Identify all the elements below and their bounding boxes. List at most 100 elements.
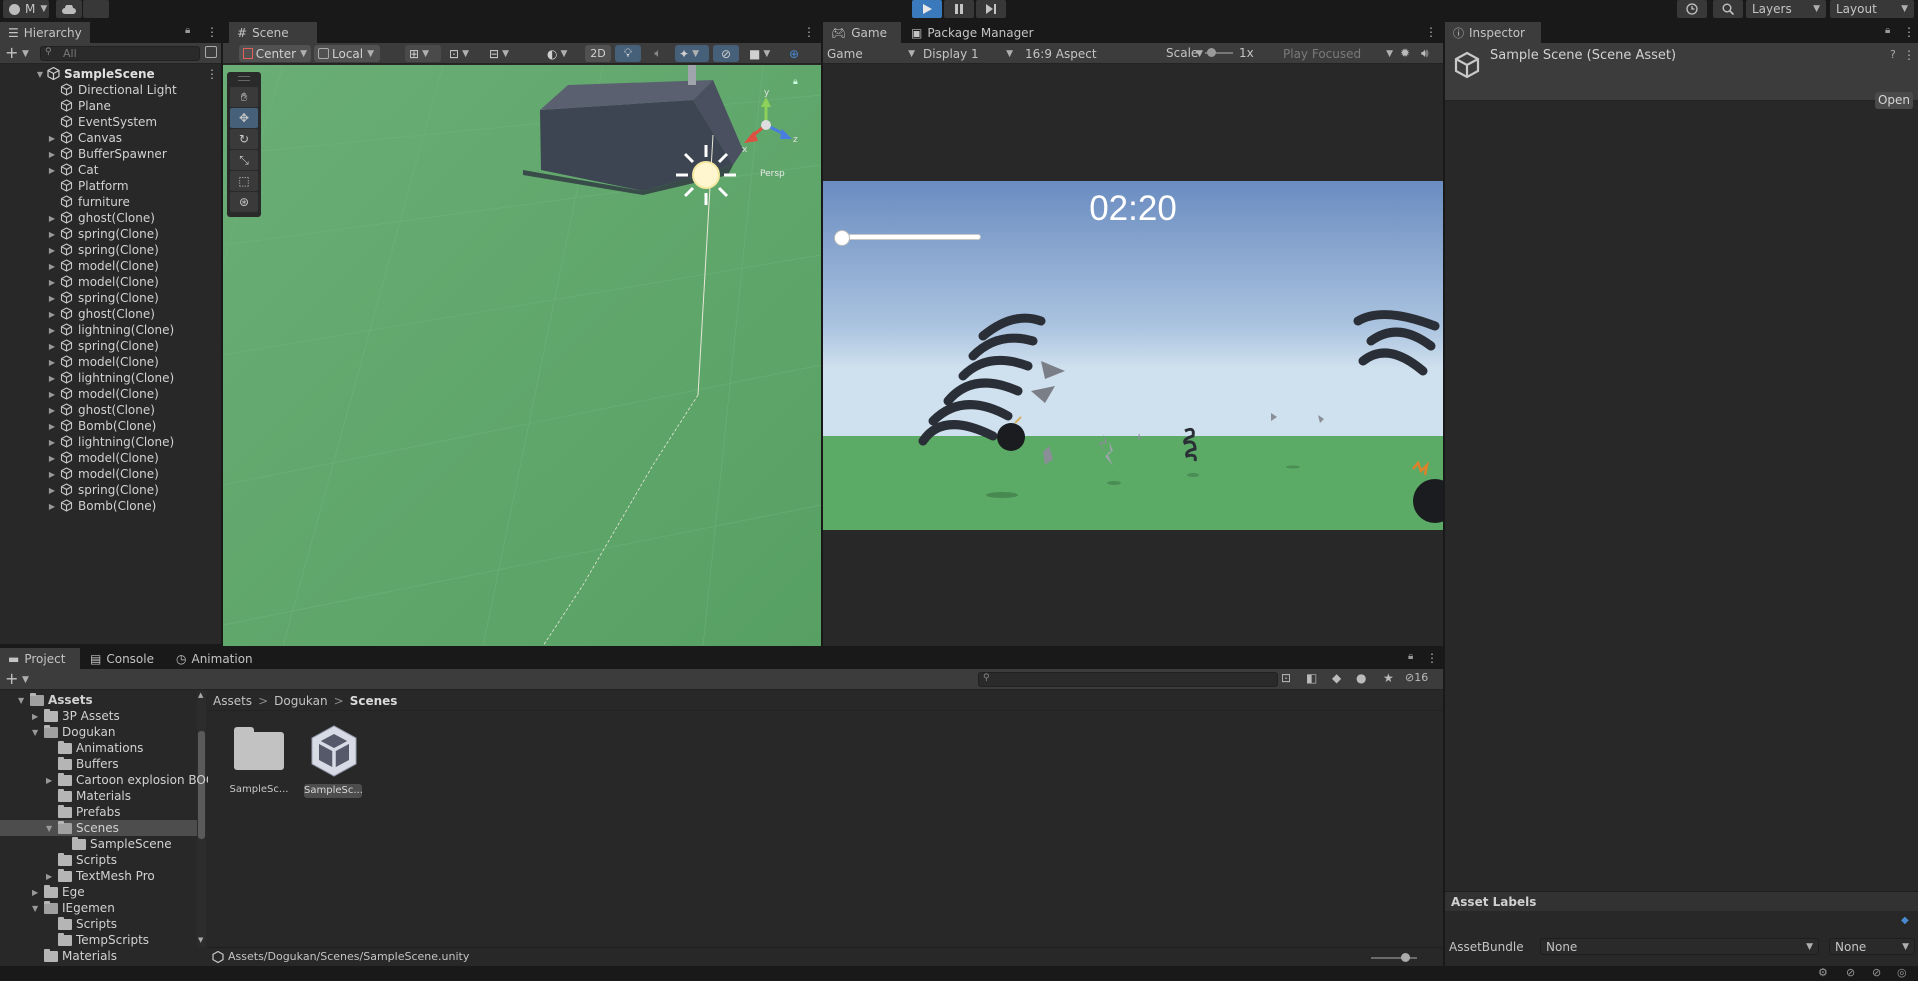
fold-open-icon[interactable]: ▼ (35, 69, 45, 79)
scroll-up-icon[interactable]: ▲ (198, 691, 203, 699)
kebab-menu-icon[interactable]: ⋮ (1903, 48, 1915, 62)
fold-closed-icon[interactable]: ▶ (47, 229, 57, 239)
fold-closed-icon[interactable]: ▶ (32, 888, 38, 897)
kebab-menu-icon[interactable]: ⋮ (1425, 25, 1437, 39)
increment-snap-dropdown[interactable]: ⊟ ▼ (485, 45, 521, 62)
hierarchy-item[interactable]: ▶ Bomb(Clone) (0, 418, 221, 434)
fold-closed-icon[interactable]: ▶ (47, 389, 57, 399)
stats-gear-icon[interactable]: ✹ (1400, 46, 1410, 60)
tab-project[interactable]: ▬ Project (0, 648, 80, 669)
hierarchy-item[interactable]: ▶ Cat (0, 162, 221, 178)
hierarchy-item[interactable]: EventSystem (0, 114, 221, 130)
pause-button[interactable] (944, 0, 974, 18)
create-add-icon[interactable]: + (5, 669, 18, 688)
fold-closed-icon[interactable]: ▶ (47, 133, 57, 143)
project-tree-item[interactable]: Prefabs (0, 804, 197, 820)
fold-open-icon[interactable]: ▼ (32, 728, 38, 737)
hierarchy-item[interactable]: ▶ spring(Clone) (0, 242, 221, 258)
scene-viewport[interactable]: y z x Persp 🔒︎ ✋︎ ✥ ↻ ⤡ ⬚ ⊛ (223, 65, 821, 646)
icon-size-slider[interactable] (1371, 953, 1417, 962)
project-tree-item[interactable]: ▼ IEgemen (0, 900, 197, 916)
tab-scene[interactable]: # Scene (229, 22, 317, 43)
kebab-menu-icon[interactable]: ⋮ (206, 67, 218, 81)
fold-open-icon[interactable]: ▼ (46, 824, 52, 833)
filter-log-icon[interactable]: ● (1356, 671, 1366, 685)
filter-type-icon[interactable]: ◧ (1306, 671, 1317, 685)
search-filter-icon[interactable] (205, 46, 217, 58)
layers-dropdown[interactable]: Layers ▼ (1746, 0, 1826, 18)
hierarchy-item[interactable]: ▶ model(Clone) (0, 386, 221, 402)
fold-closed-icon[interactable]: ▶ (47, 325, 57, 335)
project-tree-item[interactable]: SampleScene (0, 836, 197, 852)
hierarchy-item[interactable]: ▶ ghost(Clone) (0, 402, 221, 418)
fold-closed-icon[interactable]: ▶ (47, 405, 57, 415)
fold-closed-icon[interactable]: ▶ (47, 149, 57, 159)
project-tree-item[interactable]: Scripts (0, 916, 197, 932)
hierarchy-item[interactable]: ▶ ghost(Clone) (0, 210, 221, 226)
fold-open-icon[interactable]: ▼ (18, 696, 24, 705)
fold-closed-icon[interactable]: ▶ (47, 453, 57, 463)
scale-tool-button[interactable]: ⤡ (230, 150, 258, 170)
hierarchy-item[interactable]: ▶ model(Clone) (0, 450, 221, 466)
tree-scrollbar[interactable]: ▲ ▼ (197, 691, 206, 947)
fold-closed-icon[interactable]: ▶ (47, 341, 57, 351)
lock-icon[interactable]: 🔒︎ (185, 25, 190, 36)
pivot-dropdown[interactable]: Center ▼ (239, 45, 311, 62)
hierarchy-item[interactable]: ▶ spring(Clone) (0, 338, 221, 354)
camera-dropdown[interactable]: ■ ▼ (745, 45, 781, 62)
lock-view-icon[interactable]: 🔒︎ (793, 77, 798, 87)
move-tool-button[interactable]: ✥ (230, 108, 258, 128)
fold-closed-icon[interactable]: ▶ (46, 872, 52, 881)
fold-closed-icon[interactable]: ▶ (47, 309, 57, 319)
project-tree-item[interactable]: Scripts (0, 852, 197, 868)
fold-closed-icon[interactable]: ▶ (47, 165, 57, 175)
project-tree-item[interactable]: ▼ Assets (0, 692, 197, 708)
transform-tool-button[interactable]: ⊛ (230, 192, 258, 212)
tab-inspector[interactable]: ⓘ Inspector (1445, 22, 1541, 43)
hierarchy-item[interactable]: ▶ lightning(Clone) (0, 370, 221, 386)
project-tree-item[interactable]: ▼ Scenes (0, 820, 197, 836)
hierarchy-item[interactable]: ▶ model(Clone) (0, 354, 221, 370)
breadcrumb-item[interactable]: Assets (213, 694, 252, 708)
kebab-menu-icon[interactable]: ⋮ (803, 25, 815, 39)
display-dropdown[interactable]: Display 1 ▼ (923, 45, 1013, 62)
icon-size-slider-thumb[interactable] (1401, 953, 1410, 962)
search-button[interactable] (1713, 0, 1743, 18)
collab-button[interactable] (83, 0, 109, 18)
grid-toggle-dropdown[interactable]: ⊡ ▼ (445, 45, 481, 62)
breadcrumb-current[interactable]: Scenes (350, 694, 398, 708)
game-render[interactable]: 02:20 (823, 181, 1443, 530)
hierarchy-item[interactable]: ▶ BufferSpawner (0, 146, 221, 162)
hierarchy-item[interactable]: ▶ Canvas (0, 130, 221, 146)
project-tree-item[interactable]: ▼ Dogukan (0, 724, 197, 740)
scene-root-row[interactable]: ▼ SampleScene ⋮ (0, 66, 221, 82)
fold-closed-icon[interactable]: ▶ (47, 357, 57, 367)
project-tree-item[interactable]: ▶ TextMesh Pro (0, 868, 197, 884)
notification-icon[interactable]: ◎ (1897, 966, 1907, 979)
fold-closed-icon[interactable]: ▶ (47, 485, 57, 495)
search-by-type-icon[interactable]: ⊡ (1281, 671, 1291, 685)
hierarchy-item[interactable]: Platform (0, 178, 221, 194)
visibility-toggle[interactable]: ⊘ (713, 45, 739, 62)
tab-package-manager[interactable]: ▣ Package Manager (903, 22, 1043, 43)
asset-variant-dropdown[interactable]: None ▼ (1829, 938, 1915, 955)
scale-slider-thumb[interactable] (1207, 48, 1216, 57)
tab-animation[interactable]: ◷ Animation (168, 648, 264, 669)
hierarchy-item[interactable]: ▶ Bomb(Clone) (0, 498, 221, 514)
cloud-button[interactable] (56, 0, 82, 18)
tab-game[interactable]: 🎮︎ Game (823, 22, 901, 43)
bug-report-icon[interactable]: ⚙ (1818, 966, 1828, 979)
draw-mode-dropdown[interactable]: ◐ ▼ (543, 45, 577, 62)
cache-server-icon[interactable]: ⊘ (1872, 966, 1881, 979)
hierarchy-item[interactable]: ▶ model(Clone) (0, 466, 221, 482)
hierarchy-item[interactable]: ▶ ghost(Clone) (0, 306, 221, 322)
fold-closed-icon[interactable]: ▶ (32, 712, 38, 721)
fold-closed-icon[interactable]: ▶ (47, 261, 57, 271)
breadcrumb-item[interactable]: Dogukan (274, 694, 328, 708)
asset-item-folder[interactable]: SampleSc... (225, 726, 288, 802)
rect-tool-button[interactable]: ⬚ (230, 171, 258, 191)
tab-console[interactable]: ▤ Console (82, 648, 166, 669)
history-button[interactable] (1677, 0, 1707, 18)
hidden-packages-toggle[interactable]: ⊘16 (1405, 671, 1428, 684)
project-tree-item[interactable]: ▶ 3P Assets (0, 708, 197, 724)
